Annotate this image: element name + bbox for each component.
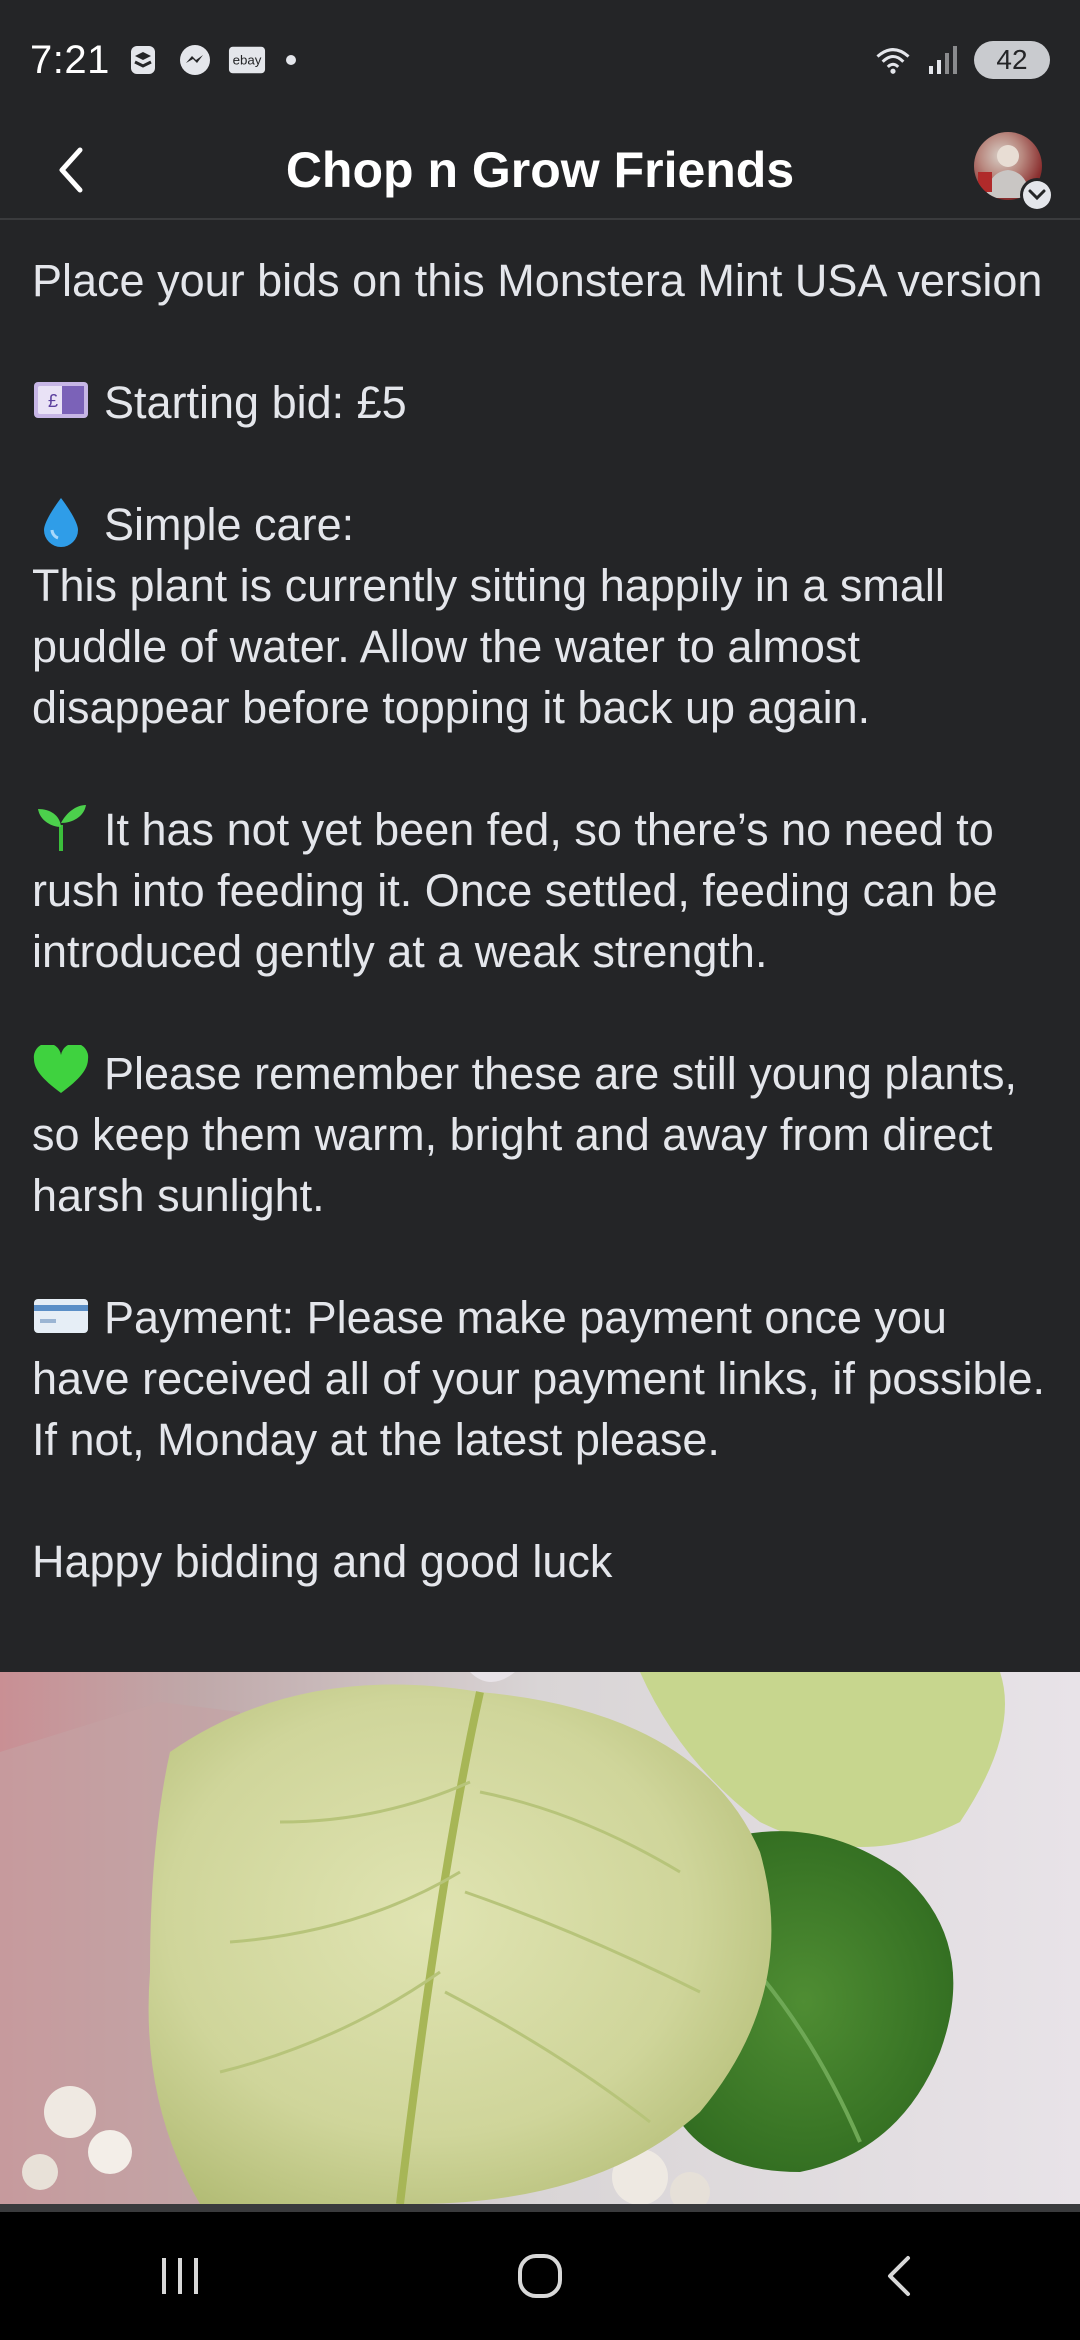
battery-indicator: 42 bbox=[974, 41, 1050, 79]
starting-bid-text: Starting bid: £5 bbox=[104, 377, 407, 428]
banknote-icon: £ bbox=[34, 382, 88, 418]
photo-divider bbox=[0, 2204, 1080, 2212]
seedling-icon bbox=[38, 805, 86, 851]
feeding-section: It has not yet been fed, so there’s no n… bbox=[32, 799, 1052, 982]
monstera-leaf-image bbox=[0, 1672, 1080, 2204]
system-nav-bar bbox=[0, 2212, 1080, 2340]
back-arrow-icon bbox=[59, 147, 83, 193]
payment-section: Payment: Please make payment once you ha… bbox=[32, 1287, 1052, 1470]
feeding-text: It has not yet been fed, so there’s no n… bbox=[32, 804, 998, 977]
wifi-icon bbox=[874, 41, 912, 79]
payment-text: Payment: Please make payment once you ha… bbox=[32, 1292, 1046, 1465]
back-icon bbox=[888, 2256, 910, 2296]
more-notifications-dot bbox=[285, 55, 296, 65]
starting-bid-line: £ Starting bid: £5 bbox=[32, 372, 1052, 433]
care-section: Simple care: This plant is currently sit… bbox=[32, 494, 1052, 738]
status-left: 7:21 ebay bbox=[30, 38, 296, 83]
signal-icon bbox=[924, 41, 962, 79]
svg-text:ebay: ebay bbox=[232, 53, 261, 68]
care-text: This plant is currently sitting happily … bbox=[32, 560, 945, 733]
home-icon bbox=[518, 2254, 562, 2298]
account-chevron bbox=[1020, 178, 1054, 212]
home-button[interactable] bbox=[480, 2226, 600, 2326]
system-back-button[interactable] bbox=[840, 2226, 960, 2326]
recent-apps-button[interactable] bbox=[120, 2226, 240, 2326]
header-bar: Chop n Grow Friends bbox=[0, 120, 1080, 220]
post-intro: Place your bids on this Monstera Mint US… bbox=[32, 255, 1043, 306]
droplet-icon bbox=[44, 498, 78, 547]
post-body: Place your bids on this Monstera Mint US… bbox=[32, 250, 1052, 1592]
ebay-icon: ebay bbox=[228, 41, 266, 79]
layers-app-icon bbox=[124, 41, 162, 79]
closing-line: Happy bidding and good luck bbox=[32, 1536, 613, 1587]
svg-text:£: £ bbox=[48, 391, 58, 411]
post-photo[interactable] bbox=[0, 1672, 1080, 2204]
back-button[interactable] bbox=[44, 142, 100, 198]
status-time: 7:21 bbox=[30, 37, 110, 82]
care-heading: Simple care: bbox=[104, 499, 355, 550]
profile-switcher[interactable] bbox=[974, 132, 1054, 212]
young-plants-section: Please remember these are still young pl… bbox=[32, 1043, 1052, 1226]
chevron-down-icon bbox=[1028, 189, 1046, 201]
status-bar: 7:21 ebay 42 bbox=[0, 0, 1080, 120]
screen: 7:21 ebay 42 Chop n Grow Friends Place y… bbox=[0, 0, 1080, 2340]
credit-card-icon bbox=[34, 1299, 88, 1333]
young-plants-text: Please remember these are still young pl… bbox=[32, 1048, 1017, 1221]
green-heart-icon bbox=[33, 1045, 89, 1093]
status-right: 42 bbox=[874, 41, 1050, 79]
page-title: Chop n Grow Friends bbox=[285, 142, 795, 198]
messenger-icon bbox=[176, 41, 214, 79]
recent-apps-icon bbox=[162, 2258, 198, 2294]
